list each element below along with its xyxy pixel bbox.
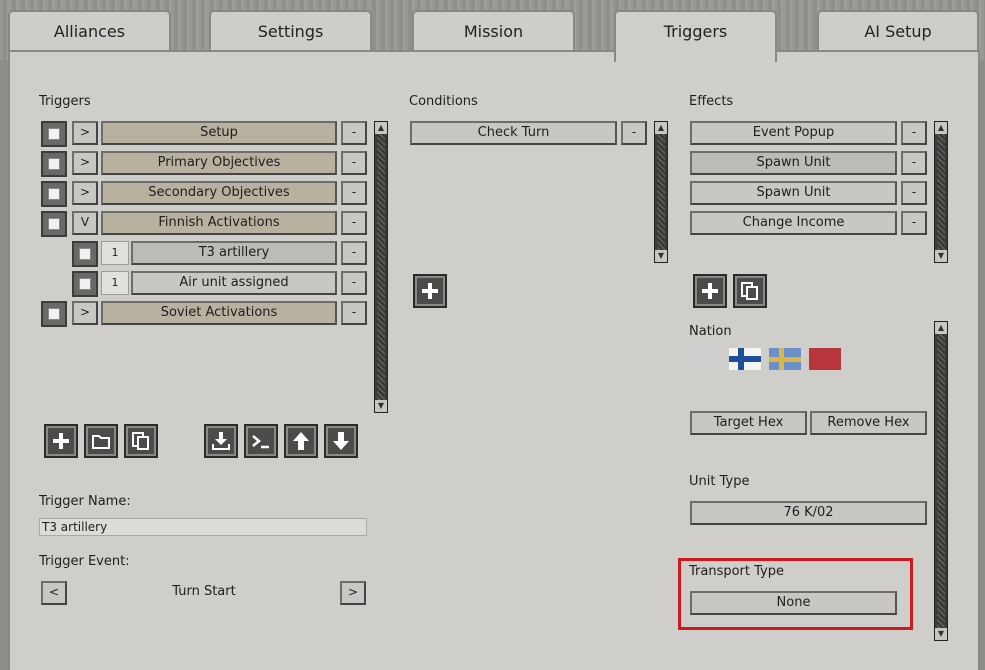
scroll-up-icon[interactable]: ▲ (935, 122, 947, 134)
add-folder-button[interactable] (84, 424, 118, 458)
condition-item-check-turn[interactable]: Check Turn (410, 121, 617, 145)
scroll-thumb[interactable] (377, 124, 385, 410)
effects-scrollbar[interactable]: ▲ ▼ (934, 121, 948, 263)
trigger-event-value: Turn Start (172, 584, 236, 599)
nation-label: Nation (689, 324, 732, 339)
plus-icon (702, 283, 718, 299)
trigger-item-secondary-objectives[interactable]: Secondary Objectives (101, 181, 337, 205)
scroll-up-icon[interactable]: ▲ (935, 322, 947, 334)
trigger-name-label: Trigger Name: (39, 494, 131, 509)
scroll-thumb[interactable] (937, 324, 945, 638)
scroll-up-icon[interactable]: ▲ (655, 122, 667, 134)
remove-trigger-button[interactable]: - (341, 241, 367, 265)
plus-icon (53, 433, 69, 449)
remove-trigger-button[interactable]: - (341, 181, 367, 205)
import-button[interactable] (204, 424, 238, 458)
remove-trigger-button[interactable]: - (341, 121, 367, 145)
trigger-checkbox[interactable] (41, 121, 67, 147)
unit-type-select[interactable]: 76 K/02 (690, 501, 927, 525)
trigger-checkbox[interactable] (72, 271, 98, 297)
event-prev-button[interactable]: < (41, 581, 67, 605)
properties-scrollbar[interactable]: ▲ ▼ (934, 321, 948, 641)
add-effect-button[interactable] (693, 274, 727, 308)
console-button[interactable] (244, 424, 278, 458)
trigger-checkbox[interactable] (41, 301, 67, 327)
triggers-header: Triggers (39, 94, 91, 109)
plus-icon (422, 283, 438, 299)
trigger-name-input[interactable]: T3 artillery (39, 518, 367, 536)
scroll-thumb[interactable] (657, 124, 665, 260)
trigger-count: 1 (101, 241, 129, 265)
copy-effect-button[interactable] (733, 274, 767, 308)
trigger-item-setup[interactable]: Setup (101, 121, 337, 145)
conditions-scrollbar[interactable]: ▲ ▼ (654, 121, 668, 263)
scroll-down-icon[interactable]: ▼ (375, 400, 387, 412)
arrow-up-icon (293, 432, 309, 450)
remove-effect-button[interactable]: - (901, 151, 927, 175)
add-trigger-button[interactable] (44, 424, 78, 458)
trigger-item-soviet-activations[interactable]: Soviet Activations (101, 301, 337, 325)
expand-toggle[interactable]: > (72, 151, 98, 175)
copy-icon (132, 432, 149, 450)
add-condition-button[interactable] (413, 274, 447, 308)
effect-item-event-popup[interactable]: Event Popup (690, 121, 897, 145)
trigger-checkbox[interactable] (41, 181, 67, 207)
neutral-flag-icon[interactable] (689, 348, 721, 370)
scroll-thumb[interactable] (937, 124, 945, 260)
expand-toggle[interactable]: > (72, 181, 98, 205)
sweden-flag-icon[interactable] (769, 348, 801, 370)
triggers-scrollbar[interactable]: ▲ ▼ (374, 121, 388, 413)
copy-icon (741, 282, 758, 300)
copy-trigger-button[interactable] (124, 424, 158, 458)
scroll-down-icon[interactable]: ▼ (935, 628, 947, 640)
folder-icon (92, 435, 110, 449)
finland-flag-icon[interactable] (729, 348, 761, 370)
trigger-checkbox[interactable] (72, 241, 98, 267)
scroll-down-icon[interactable]: ▼ (655, 250, 667, 262)
terminal-icon (252, 435, 269, 449)
remove-condition-button[interactable]: - (621, 121, 647, 145)
effect-item-change-income[interactable]: Change Income (690, 211, 897, 235)
trigger-item-air-unit-assigned[interactable]: Air unit assigned (131, 271, 337, 295)
remove-hex-button[interactable]: Remove Hex (810, 411, 927, 435)
effect-item-spawn-unit[interactable]: Spawn Unit (690, 151, 897, 175)
remove-effect-button[interactable]: - (901, 121, 927, 145)
trigger-item-t3-artillery[interactable]: T3 artillery (131, 241, 337, 265)
event-next-button[interactable]: > (340, 581, 366, 605)
content-layer: Triggers > Setup - > Primary Objectives … (0, 0, 985, 670)
unit-type-label: Unit Type (689, 474, 750, 489)
remove-trigger-button[interactable]: - (341, 151, 367, 175)
collapse-toggle[interactable]: V (72, 211, 98, 235)
scroll-up-icon[interactable]: ▲ (375, 122, 387, 134)
trigger-event-label: Trigger Event: (39, 554, 130, 569)
remove-effect-button[interactable]: - (901, 181, 927, 205)
soviet-flag-icon[interactable] (809, 348, 841, 370)
trigger-checkbox[interactable] (41, 211, 67, 237)
arrow-down-icon (333, 432, 349, 450)
remove-effect-button[interactable]: - (901, 211, 927, 235)
move-up-button[interactable] (284, 424, 318, 458)
trigger-checkbox[interactable] (41, 151, 67, 177)
target-hex-button[interactable]: Target Hex (690, 411, 807, 435)
trigger-count: 1 (101, 271, 129, 295)
remove-trigger-button[interactable]: - (341, 271, 367, 295)
remove-trigger-button[interactable]: - (341, 301, 367, 325)
trigger-item-finnish-activations[interactable]: Finnish Activations (101, 211, 337, 235)
conditions-header: Conditions (409, 94, 478, 109)
download-icon (212, 432, 230, 450)
expand-toggle[interactable]: > (72, 301, 98, 325)
transport-type-highlight (678, 558, 913, 630)
effects-header: Effects (689, 94, 734, 109)
trigger-item-primary-objectives[interactable]: Primary Objectives (101, 151, 337, 175)
effect-item-spawn-unit[interactable]: Spawn Unit (690, 181, 897, 205)
scroll-down-icon[interactable]: ▼ (935, 250, 947, 262)
expand-toggle[interactable]: > (72, 121, 98, 145)
remove-trigger-button[interactable]: - (341, 211, 367, 235)
move-down-button[interactable] (324, 424, 358, 458)
